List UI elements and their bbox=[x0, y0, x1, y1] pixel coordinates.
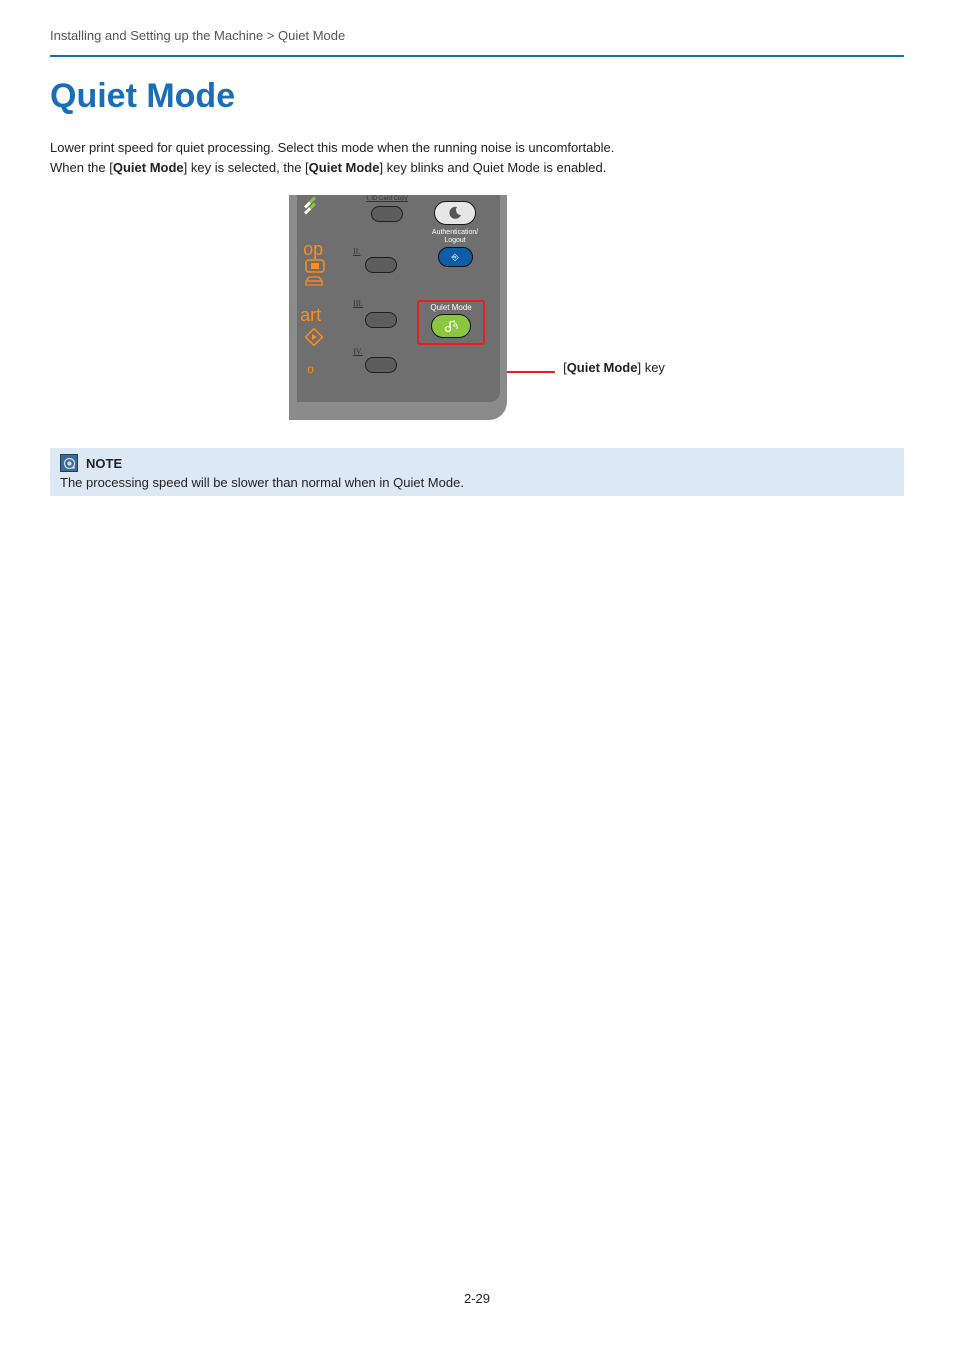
moon-icon bbox=[448, 206, 462, 220]
panel-left-strip: op art o bbox=[297, 195, 337, 402]
quiet-mode-button[interactable] bbox=[431, 314, 471, 338]
header-divider bbox=[50, 55, 904, 57]
energy-saver-button[interactable] bbox=[434, 201, 476, 225]
logout-icon: ⎆ bbox=[451, 252, 458, 263]
id-card-copy-label: I. ID Card Copy bbox=[352, 196, 422, 202]
note-icon bbox=[60, 454, 78, 472]
roman-2-label: II. bbox=[353, 247, 360, 256]
page-number: 2-29 bbox=[0, 1291, 954, 1306]
start-diamond-icon bbox=[305, 328, 323, 346]
label-op: op bbox=[303, 239, 323, 260]
callout-text: [Quiet Mode] key bbox=[563, 360, 665, 375]
tray-icon bbox=[305, 273, 323, 283]
body-para-1: Lower print speed for quiet processing. … bbox=[50, 140, 614, 155]
roman-4-label: IV. bbox=[353, 347, 362, 356]
stop-icon bbox=[305, 259, 325, 273]
diagonal-lines-icon bbox=[303, 197, 323, 217]
body-para-2-bold2: Quiet Mode bbox=[309, 160, 380, 175]
panel-right-column: Authentication/Logout ⎆ bbox=[419, 195, 491, 267]
callout-bold: Quiet Mode bbox=[567, 360, 638, 375]
page-title: Quiet Mode bbox=[50, 77, 904, 116]
numeric-button-4[interactable] bbox=[365, 357, 397, 373]
auth-logout-button[interactable]: ⎆ bbox=[438, 247, 473, 267]
auth-label: Authentication/Logout bbox=[419, 229, 491, 244]
panel-inner: op art o I. ID Car bbox=[297, 195, 500, 402]
callout-line bbox=[505, 371, 555, 373]
body-para-2-bold1: Quiet Mode bbox=[113, 160, 184, 175]
roman-3-label: III. bbox=[353, 299, 363, 308]
label-o: o bbox=[307, 362, 314, 376]
breadcrumb: Installing and Setting up the Machine > … bbox=[50, 28, 904, 43]
body-text: Lower print speed for quiet processing. … bbox=[50, 138, 904, 177]
printer-panel: op art o I. ID Car bbox=[289, 195, 507, 420]
panel-middle-column: I. ID Card Copy bbox=[352, 195, 422, 222]
numeric-button-1[interactable] bbox=[371, 206, 403, 222]
quiet-mode-label: Quiet Mode bbox=[419, 303, 483, 312]
quiet-mode-highlight: Quiet Mode bbox=[417, 300, 485, 345]
note-box: NOTE The processing speed will be slower… bbox=[50, 448, 904, 496]
numeric-button-3[interactable] bbox=[365, 312, 397, 328]
numeric-button-2[interactable] bbox=[365, 257, 397, 273]
body-para-2-pre: When the [ bbox=[50, 160, 113, 175]
figure-area: op art o I. ID Car bbox=[50, 195, 904, 420]
note-body: The processing speed will be slower than… bbox=[60, 475, 894, 490]
quiet-mode-icon bbox=[443, 319, 459, 333]
body-para-2-mid: ] key is selected, the [ bbox=[184, 160, 309, 175]
label-art: art bbox=[300, 305, 321, 326]
note-title: NOTE bbox=[86, 456, 122, 471]
printer-panel-wrapper: op art o I. ID Car bbox=[289, 195, 507, 420]
note-header: NOTE bbox=[60, 454, 894, 472]
body-para-2-post: ] key blinks and Quiet Mode is enabled. bbox=[379, 160, 606, 175]
